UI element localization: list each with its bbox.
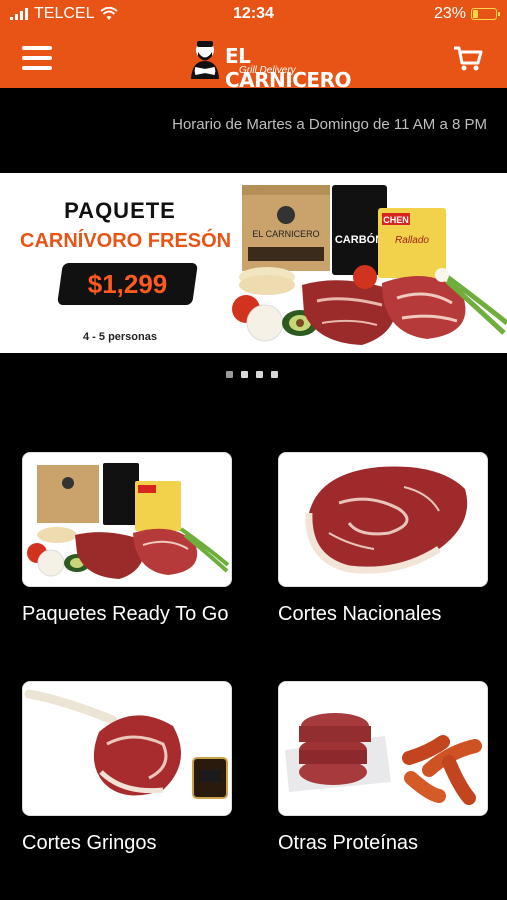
banner-product-image: EL CARNICERO CARBÓN CHEN Rallado <box>232 185 507 345</box>
banner-price: $1,299 <box>87 269 168 299</box>
top-navbar: EL CARNICERO Grill Delivery <box>0 30 507 92</box>
category-card-cortes-nacionales[interactable]: Cortes Nacionales <box>278 452 488 627</box>
schedule-text: Horario de Martes a Domingo de 11 AM a 8… <box>172 116 487 133</box>
category-image-cortes-nacionales <box>278 452 488 587</box>
hamburger-menu-icon[interactable] <box>22 43 52 73</box>
banner-title-line2: CARNÍVORO FRESÓN <box>20 230 232 252</box>
carousel-dot[interactable] <box>226 371 233 378</box>
category-label-cortes-gringos: Cortes Gringos <box>22 832 157 854</box>
carousel-dot[interactable] <box>256 371 263 378</box>
category-label-cortes-nacionales: Cortes Nacionales <box>278 603 442 625</box>
banner-chips-brand: CHEN <box>383 215 409 225</box>
shopping-cart-icon[interactable] <box>452 43 484 73</box>
carousel-indicators <box>226 371 278 378</box>
category-card-paquetes[interactable]: Paquetes Ready To Go <box>22 452 232 627</box>
butcher-mascot-icon <box>191 41 219 79</box>
battery-icon <box>471 8 500 20</box>
battery-percent: 23% <box>433 5 466 22</box>
carousel-dot[interactable] <box>241 371 248 378</box>
category-image-paquetes <box>22 452 232 587</box>
banner-chips-label: Rallado <box>395 235 429 246</box>
clock: 12:34 <box>233 5 274 22</box>
category-label-paquetes: Paquetes Ready To Go <box>22 603 229 625</box>
banner-price-badge: $1,299 <box>57 263 198 305</box>
category-label-otras-proteinas: Otras Proteínas <box>278 832 419 854</box>
logo-subtitle: Grill Delivery <box>239 65 296 76</box>
certified-angus-beef-badge <box>192 757 228 799</box>
carousel-dot[interactable] <box>271 371 278 378</box>
banner-box-label: EL CARNICERO <box>252 229 319 239</box>
banner-bag-label: CARBÓN <box>335 233 383 246</box>
status-bar: TELCEL 12:34 23% <box>0 0 507 30</box>
category-card-cortes-gringos[interactable]: Cortes Gringos <box>22 681 232 856</box>
banner-people: 4 - 5 personas <box>83 331 157 343</box>
category-card-otras-proteinas[interactable]: Otras Proteínas <box>278 681 488 856</box>
banner-title-line1: PAQUETE <box>64 198 176 223</box>
category-image-cortes-gringos <box>22 681 232 816</box>
battery-info: 23% <box>433 5 500 23</box>
category-image-otras-proteinas <box>278 681 488 816</box>
banner-text-area: PAQUETE CARNÍVORO FRESÓN $1,299 4 - 5 pe… <box>20 173 240 353</box>
app-logo[interactable]: EL CARNICERO Grill Delivery <box>185 38 351 92</box>
promo-banner[interactable]: PAQUETE CARNÍVORO FRESÓN $1,299 4 - 5 pe… <box>0 173 507 353</box>
